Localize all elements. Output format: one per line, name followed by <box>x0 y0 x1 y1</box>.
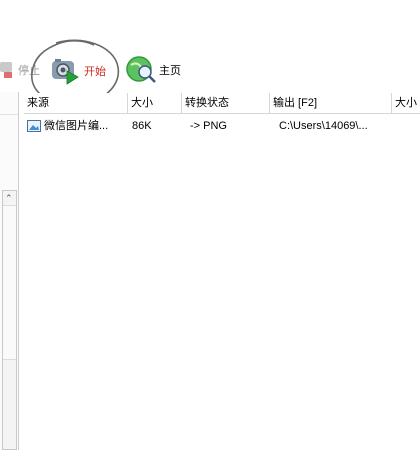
table-row[interactable]: 微信图片编... 86K -> PNG C:\Users\14069\... <box>24 93 420 143</box>
cell-status: -> PNG <box>190 120 227 132</box>
cell-output: C:\Users\14069\... <box>279 120 368 132</box>
scrollbar-thumb[interactable] <box>3 205 16 360</box>
image-file-icon <box>27 120 41 132</box>
globe-icon <box>125 55 157 85</box>
home-button[interactable]: 主页 <box>125 55 181 85</box>
home-label: 主页 <box>159 65 181 77</box>
cell-size: 86K <box>132 120 152 132</box>
cell-source: 微信图片编... <box>44 120 109 132</box>
stop-icon <box>0 60 14 80</box>
left-scrollbar[interactable]: ⌃ <box>2 190 17 450</box>
left-pane-header <box>0 92 18 115</box>
chevron-up-icon[interactable]: ⌃ <box>5 193 13 204</box>
